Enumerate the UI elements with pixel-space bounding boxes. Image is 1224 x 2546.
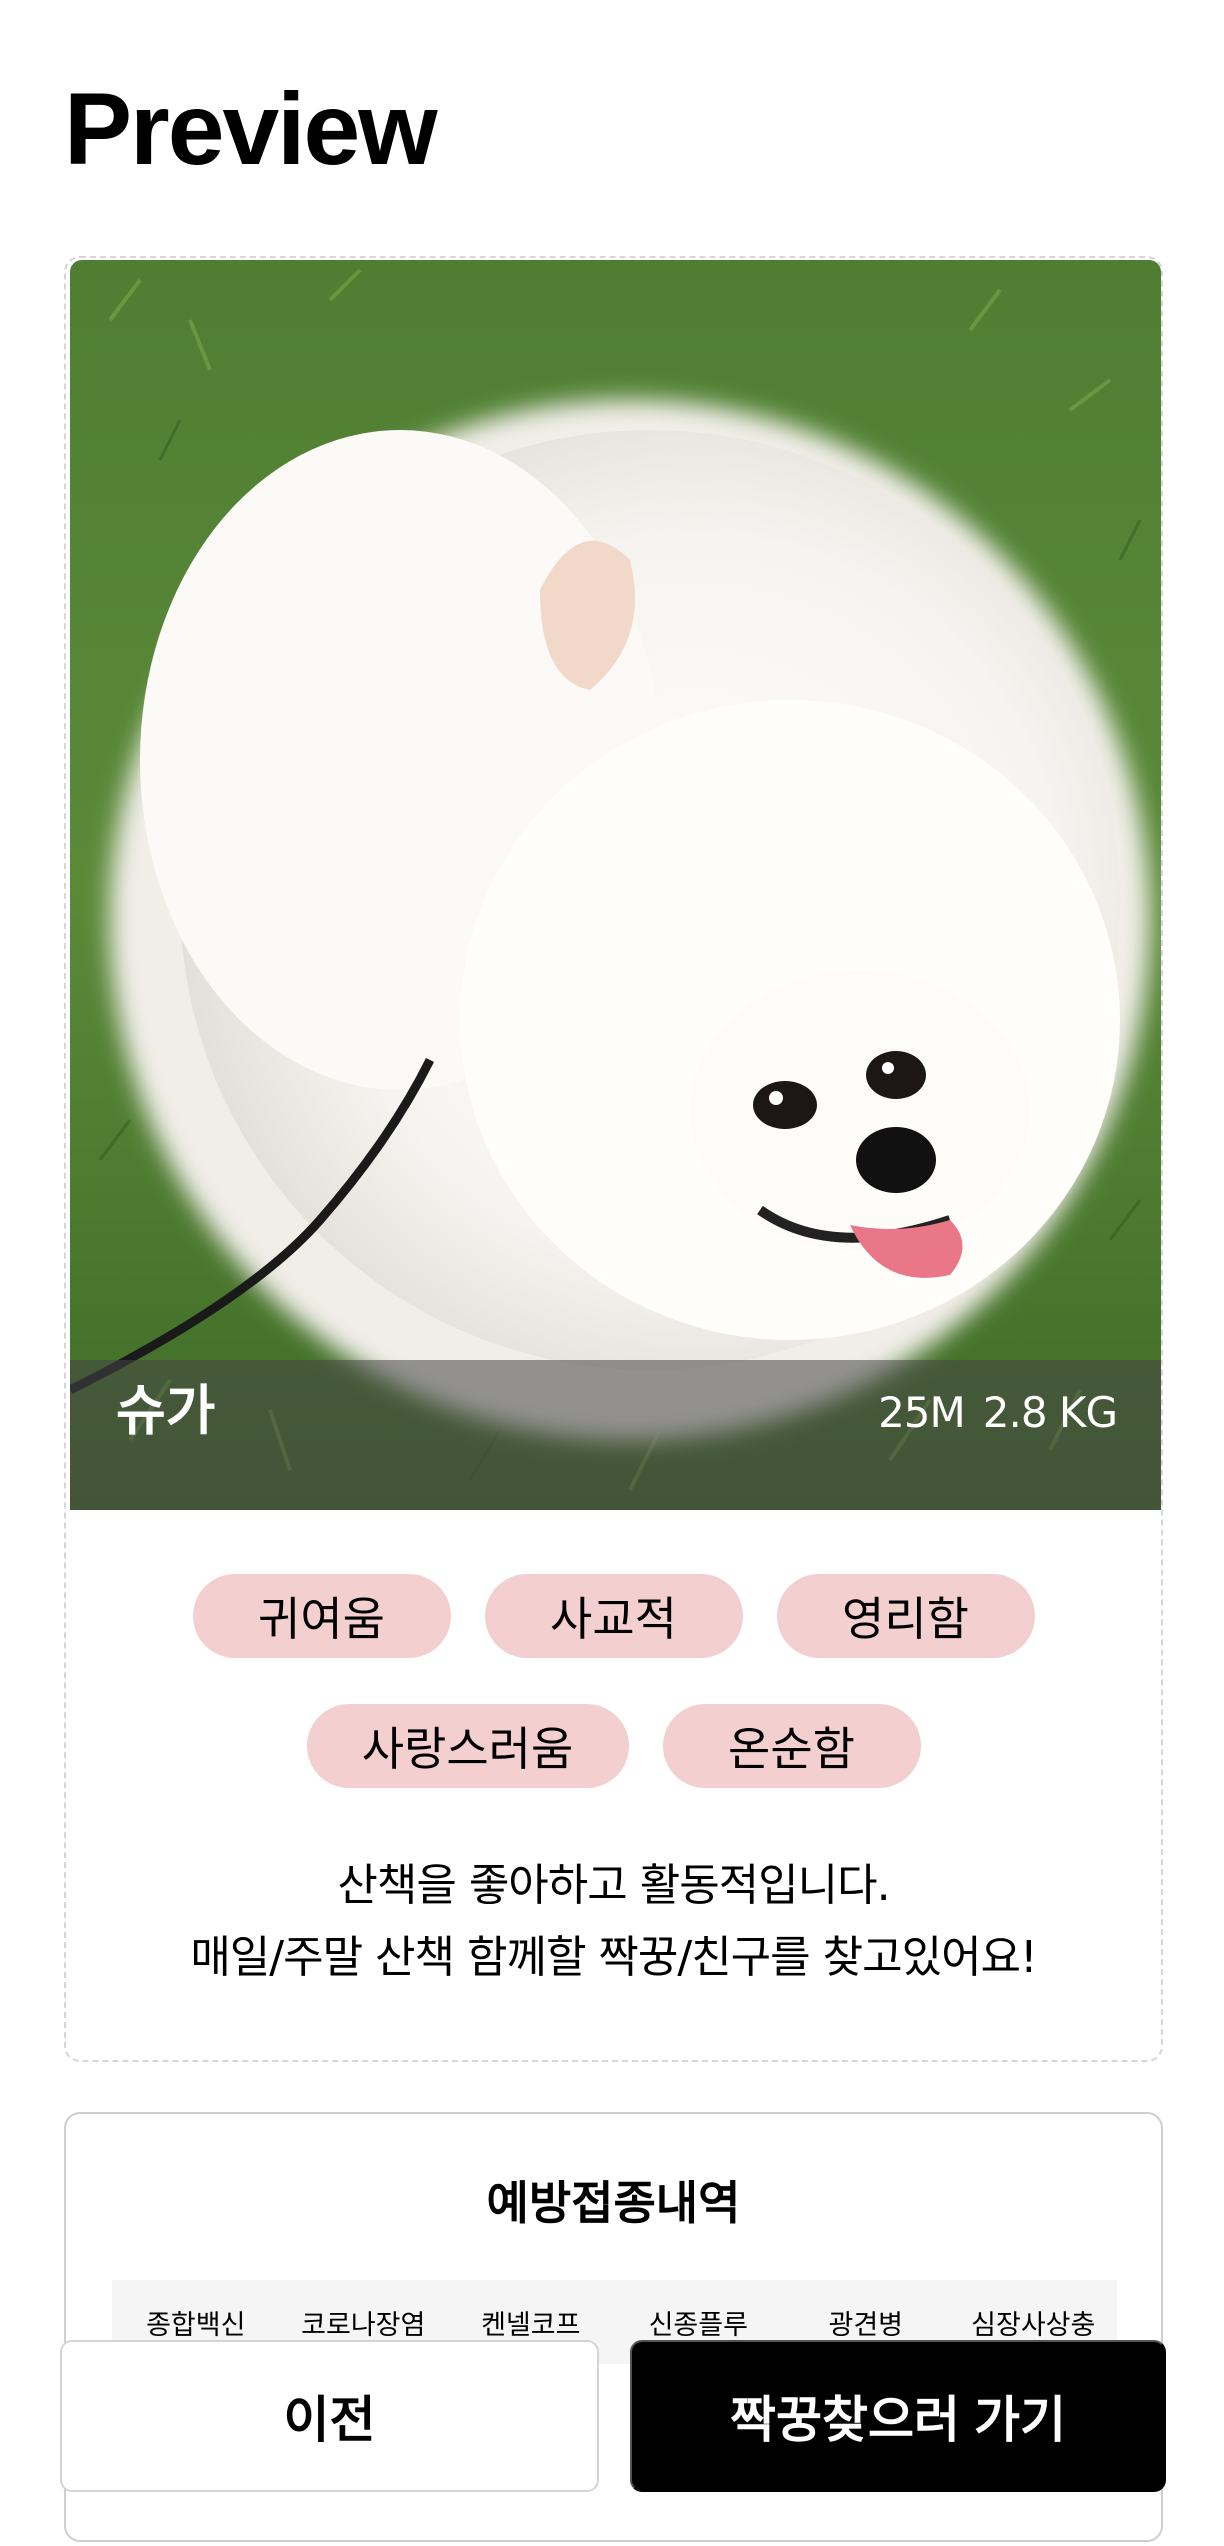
tag-chip[interactable]: 사랑스러움 bbox=[306, 1704, 629, 1788]
preview-page: Preview 슈가 25M 2.8 KG 귀여움 사교적 영리함 사랑스러움 … bbox=[0, 0, 1224, 2546]
pet-meta: 25M 2.8 KG bbox=[878, 1388, 1118, 1437]
prev-button[interactable]: 이전 bbox=[60, 2340, 599, 2492]
tag-chip[interactable]: 귀여움 bbox=[192, 1574, 451, 1658]
find-partner-button[interactable]: 짝꿍찾으러 가기 bbox=[630, 2340, 1166, 2492]
page-title: Preview bbox=[64, 72, 438, 186]
description-line: 매일/주말 산책 함께할 짝꿍/친구를 찾고있어요! bbox=[190, 1932, 1037, 1983]
pet-description: 산책을 좋아하고 활동적입니다. 매일/주말 산책 함께할 짝꿍/친구를 찾고있… bbox=[66, 1850, 1161, 1994]
tag-chip[interactable]: 온순함 bbox=[662, 1704, 921, 1788]
tag-row-2: 사랑스러움 온순함 bbox=[306, 1704, 921, 1788]
personality-tags: 귀여움 사교적 영리함 사랑스러움 온순함 bbox=[66, 1574, 1161, 1788]
pet-name: 슈가 bbox=[116, 1379, 216, 1442]
description-line: 산책을 좋아하고 활동적입니다. bbox=[337, 1860, 890, 1911]
tag-chip[interactable]: 사교적 bbox=[484, 1574, 743, 1658]
profile-card: 슈가 25M 2.8 KG 귀여움 사교적 영리함 사랑스러움 온순함 산책을 … bbox=[64, 256, 1163, 2062]
pet-weight: 2.8 KG bbox=[982, 1388, 1118, 1437]
tag-row-1: 귀여움 사교적 영리함 bbox=[192, 1574, 1035, 1658]
pomeranian-dog-photo bbox=[70, 260, 1161, 1510]
vaccination-title: 예방접종내역 bbox=[486, 2176, 741, 2230]
tag-chip[interactable]: 영리함 bbox=[776, 1574, 1035, 1658]
pet-age: 25M bbox=[878, 1388, 966, 1437]
pet-photo: 슈가 25M 2.8 KG bbox=[70, 260, 1161, 1510]
